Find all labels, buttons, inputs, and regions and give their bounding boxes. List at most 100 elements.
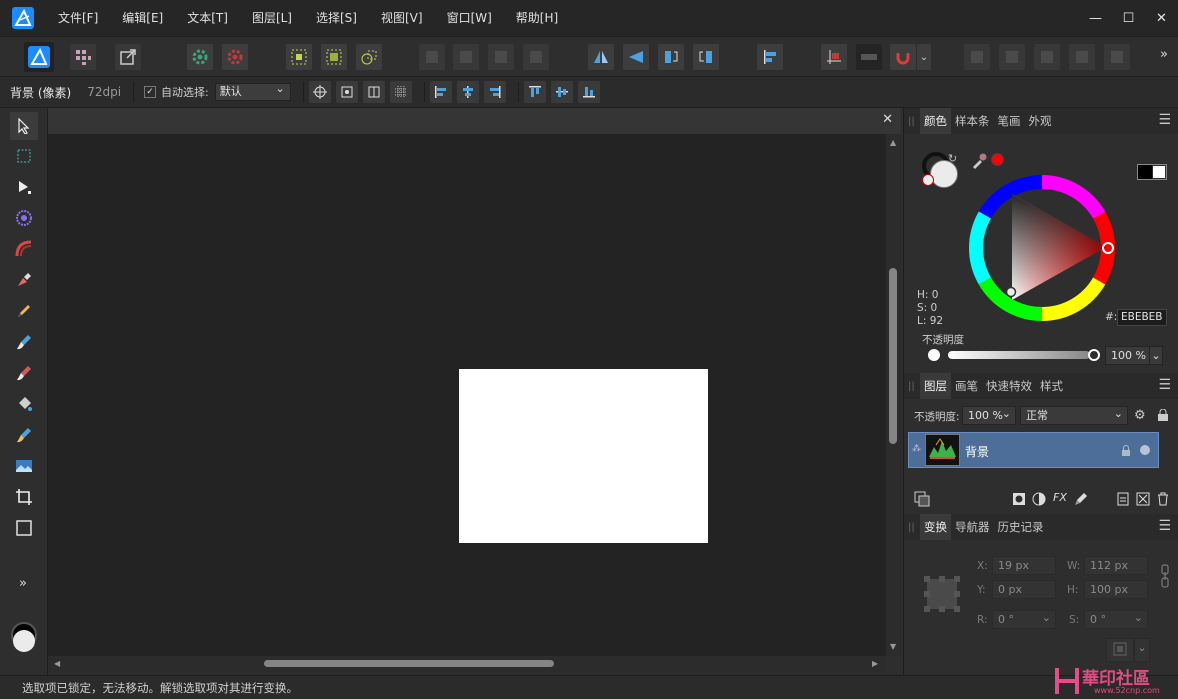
link-proportions-icon[interactable] (1160, 564, 1170, 588)
opacity-track[interactable] (948, 351, 1090, 359)
toolbar-overflow-icon[interactable]: » (1160, 47, 1168, 62)
live-filter-icon[interactable]: FX (1053, 491, 1067, 504)
snapping-button[interactable] (821, 44, 847, 70)
menu-text[interactable]: 文本[T] (175, 0, 240, 36)
tab-fx[interactable]: 快速特效 (982, 373, 1036, 399)
layer-name[interactable]: 背景 (965, 443, 989, 460)
blend-mode-dropdown[interactable]: 正常 ⌄ (1020, 406, 1128, 425)
boolean-add-button[interactable] (964, 44, 990, 70)
export-persona-button[interactable] (115, 44, 141, 70)
rotation-dropdown[interactable]: 0 ° ⌄ (992, 610, 1056, 629)
opacity-handle[interactable] (1088, 349, 1100, 361)
panel-menu-icon[interactable]: ☰ (1158, 518, 1171, 534)
align-right-button[interactable] (483, 81, 506, 103)
transform-options-button[interactable] (1106, 638, 1134, 662)
adjustment-icon[interactable] (1032, 492, 1046, 506)
menu-file[interactable]: 文件[F] (46, 0, 110, 36)
w-field[interactable]: 112 px (1084, 556, 1148, 575)
tab-navigator[interactable]: 导航器 (951, 514, 994, 540)
pencil-tool[interactable] (10, 297, 38, 325)
snapping-magnet-button[interactable] (890, 44, 916, 70)
scroll-left-icon[interactable]: ◀ (54, 659, 60, 668)
align-top-button[interactable] (523, 81, 546, 103)
vertical-scroll-thumb[interactable] (889, 268, 897, 444)
photo-persona-button[interactable] (24, 42, 54, 72)
y-field[interactable]: 0 px (992, 580, 1056, 599)
canvas-area[interactable] (48, 134, 886, 656)
show-bounding-box-button[interactable] (335, 81, 358, 103)
menu-edit[interactable]: 编辑[E] (110, 0, 175, 36)
maximize-button[interactable]: ☐ (1112, 11, 1145, 26)
black-white-toggle[interactable] (1137, 164, 1167, 180)
show-handles-button[interactable] (362, 81, 385, 103)
arrange-backward-button[interactable] (453, 44, 479, 70)
align-middle-button[interactable] (550, 81, 573, 103)
swap-colors-icon[interactable]: ↻ (948, 152, 957, 165)
panel-menu-icon[interactable]: ☰ (1158, 112, 1171, 128)
color-replacement-tool[interactable] (10, 359, 38, 387)
document-page[interactable] (459, 369, 708, 543)
menu-view[interactable]: 视图[V] (369, 0, 435, 36)
selection-brush-tool[interactable] (10, 204, 38, 232)
boolean-xor-button[interactable] (1069, 44, 1095, 70)
align-bottom-button[interactable] (577, 81, 600, 103)
healing-brush-tool[interactable] (10, 421, 38, 449)
show-grid-button[interactable] (389, 81, 412, 103)
menu-layer[interactable]: 图层[L] (240, 0, 304, 36)
tab-swatches[interactable]: 样本条 (951, 108, 994, 134)
affinity-photo-logo-icon[interactable] (12, 7, 34, 29)
liquify-persona-button[interactable] (70, 44, 96, 70)
no-fill-icon[interactable] (922, 174, 934, 186)
tone-map-gear-button[interactable] (222, 44, 248, 70)
rotate-left-button[interactable] (658, 44, 684, 70)
pen-tool[interactable] (10, 266, 38, 294)
hex-input[interactable]: EBEBEB (1117, 309, 1167, 326)
rectangle-tool[interactable] (10, 514, 38, 542)
layer-visibility-dot[interactable] (1140, 445, 1150, 455)
snapping-options-dropdown[interactable]: ⌄ (917, 44, 931, 70)
layer-lock-icon[interactable] (1121, 445, 1131, 457)
arrange-front-button[interactable] (523, 44, 549, 70)
node-tool[interactable] (10, 173, 38, 201)
arrange-back-button[interactable] (419, 44, 445, 70)
gear-icon[interactable]: ⚙ (1134, 408, 1146, 423)
tab-stroke[interactable]: 笔画 (994, 108, 1025, 134)
menu-help[interactable]: 帮助[H] (504, 0, 570, 36)
saturation-handle[interactable] (1005, 286, 1017, 298)
gradient-tool[interactable] (10, 235, 38, 263)
flood-fill-tool[interactable] (10, 390, 38, 418)
transform-options-dropdown[interactable]: ⌄ (1134, 638, 1150, 662)
auto-select-dropdown[interactable]: 默认 (214, 81, 291, 101)
more-tools-icon[interactable]: » (19, 576, 27, 591)
color-wheel[interactable] (966, 172, 1118, 324)
alignment-button[interactable] (757, 44, 783, 70)
flip-vertical-button[interactable] (623, 44, 649, 70)
menu-select[interactable]: 选择[S] (304, 0, 369, 36)
layer-opacity-dropdown[interactable]: 100 % ⌄ (962, 406, 1016, 425)
opacity-value-field[interactable]: 100 % (1105, 346, 1151, 365)
lock-icon[interactable] (1157, 409, 1169, 422)
trash-icon[interactable] (1156, 492, 1170, 506)
panel-grip-icon[interactable]: || (908, 381, 920, 392)
layer-expand-icon[interactable]: ⁂ (912, 444, 921, 454)
shear-dropdown[interactable]: 0 ° ⌄ (1084, 610, 1148, 629)
boolean-subtract-button[interactable] (999, 44, 1025, 70)
menu-window[interactable]: 窗口[W] (435, 0, 504, 36)
selection-deselect-button[interactable] (321, 44, 347, 70)
scroll-up-icon[interactable]: ▲ (890, 138, 896, 147)
horizontal-scrollbar[interactable]: ◀ ▶ (48, 656, 886, 672)
auto-select-checkbox[interactable]: ✓ (144, 86, 157, 98)
black-swatch[interactable] (1138, 165, 1152, 179)
vertical-scrollbar[interactable]: ▲ ▼ (886, 134, 901, 656)
transform-origin-button[interactable] (308, 81, 331, 103)
tab-layers[interactable]: 图层 (920, 373, 951, 399)
tab-color[interactable]: 颜色 (920, 108, 951, 134)
paint-brush-tool[interactable] (10, 328, 38, 356)
move-tool[interactable] (10, 112, 38, 140)
picked-color-swatch[interactable] (991, 153, 1004, 166)
scroll-down-icon[interactable]: ▼ (890, 642, 896, 651)
horizontal-scroll-thumb[interactable] (264, 660, 554, 667)
boolean-intersect-button[interactable] (1034, 44, 1060, 70)
place-image-tool[interactable] (10, 452, 38, 480)
anchor-point-selector[interactable] (924, 576, 960, 612)
